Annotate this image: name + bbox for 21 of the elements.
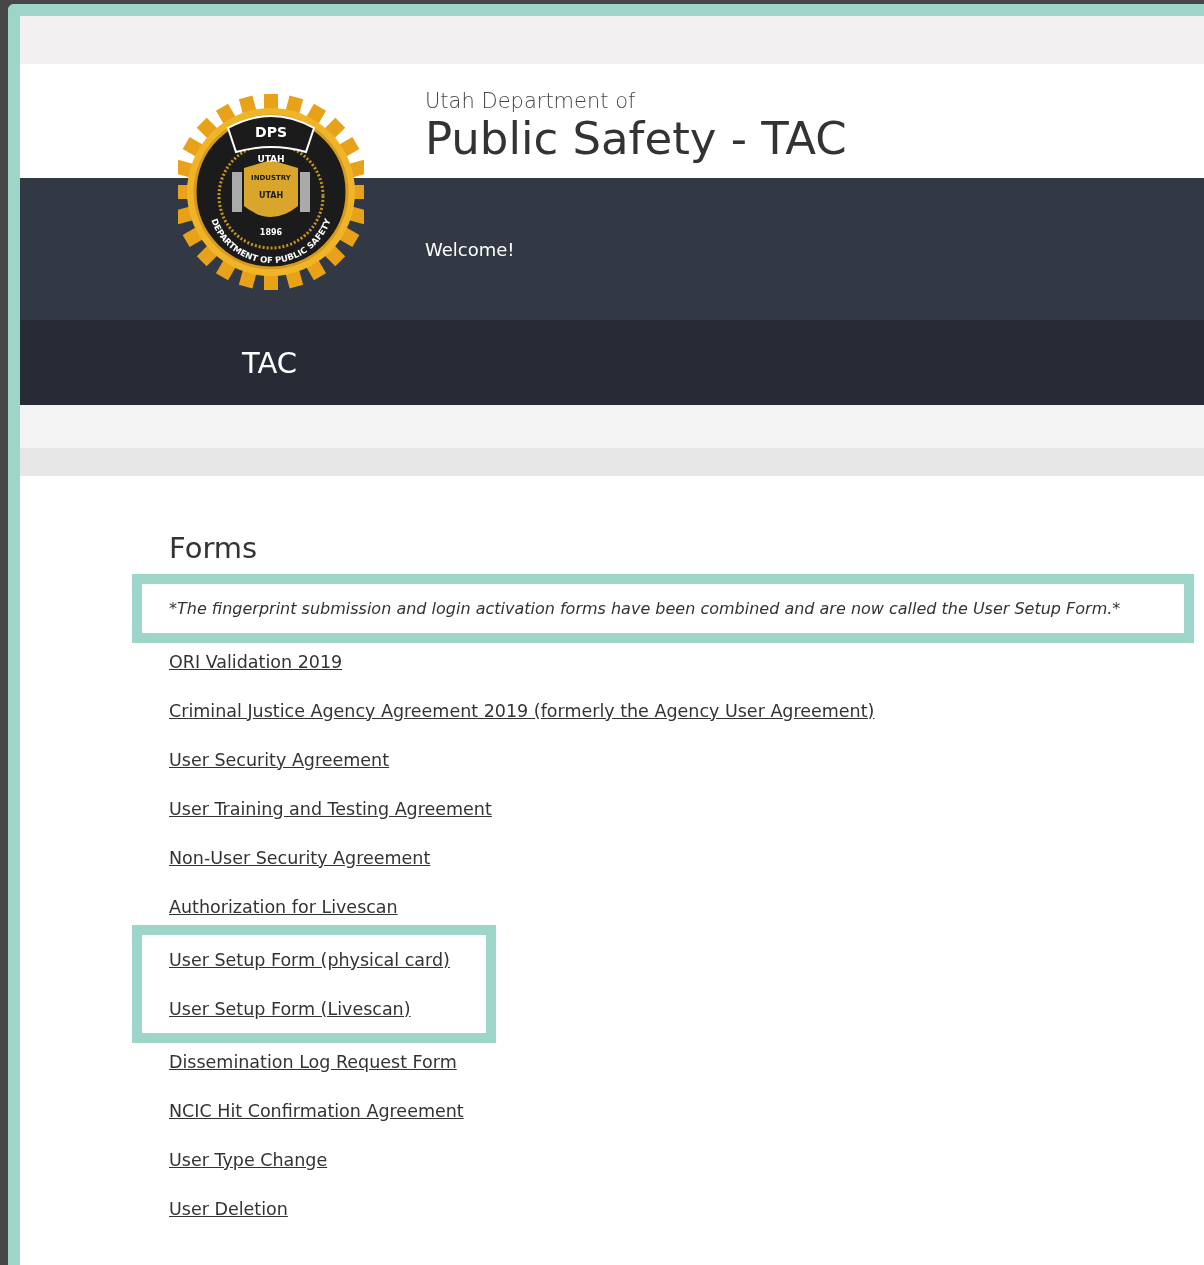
form-link[interactable]: Non-User Security Agreement [169, 847, 431, 868]
form-link[interactable]: User Setup Form (physical card) [169, 949, 450, 970]
logo-banner-text: DPS [255, 124, 287, 140]
logo-state-text: UTAH [257, 154, 285, 164]
form-link[interactable]: User Setup Form (Livescan) [169, 998, 411, 1019]
form-link[interactable]: User Type Change [169, 1149, 328, 1170]
note-text: *The fingerprint submission and login activation forms have been combined and are now called the User Setup Form.* [169, 599, 1121, 618]
form-link[interactable]: User Security Agreement [169, 749, 390, 770]
logo-shield-text: UTAH [258, 191, 284, 200]
site-subtitle: Utah Department of [425, 88, 636, 114]
form-link[interactable]: Authorization for Livescan [169, 896, 398, 917]
form-link[interactable]: User Training and Testing Agreement [169, 798, 492, 819]
form-link[interactable]: NCIC Hit Confirmation Agreement [169, 1100, 464, 1121]
form-link[interactable]: Dissemination Log Request Form [169, 1051, 457, 1072]
site-title: Public Safety - TAC [425, 114, 847, 164]
form-link[interactable]: ORI Validation 2019 [169, 651, 343, 672]
forms-heading: Forms [169, 530, 259, 567]
form-link[interactable]: User Deletion [169, 1198, 288, 1219]
nav-link[interactable]: TAC [242, 345, 298, 380]
form-link[interactable]: Criminal Justice Agency Agreement 2019 (formerly the Agency User Agreement) [169, 700, 875, 721]
welcome-text: Welcome! [425, 238, 515, 260]
